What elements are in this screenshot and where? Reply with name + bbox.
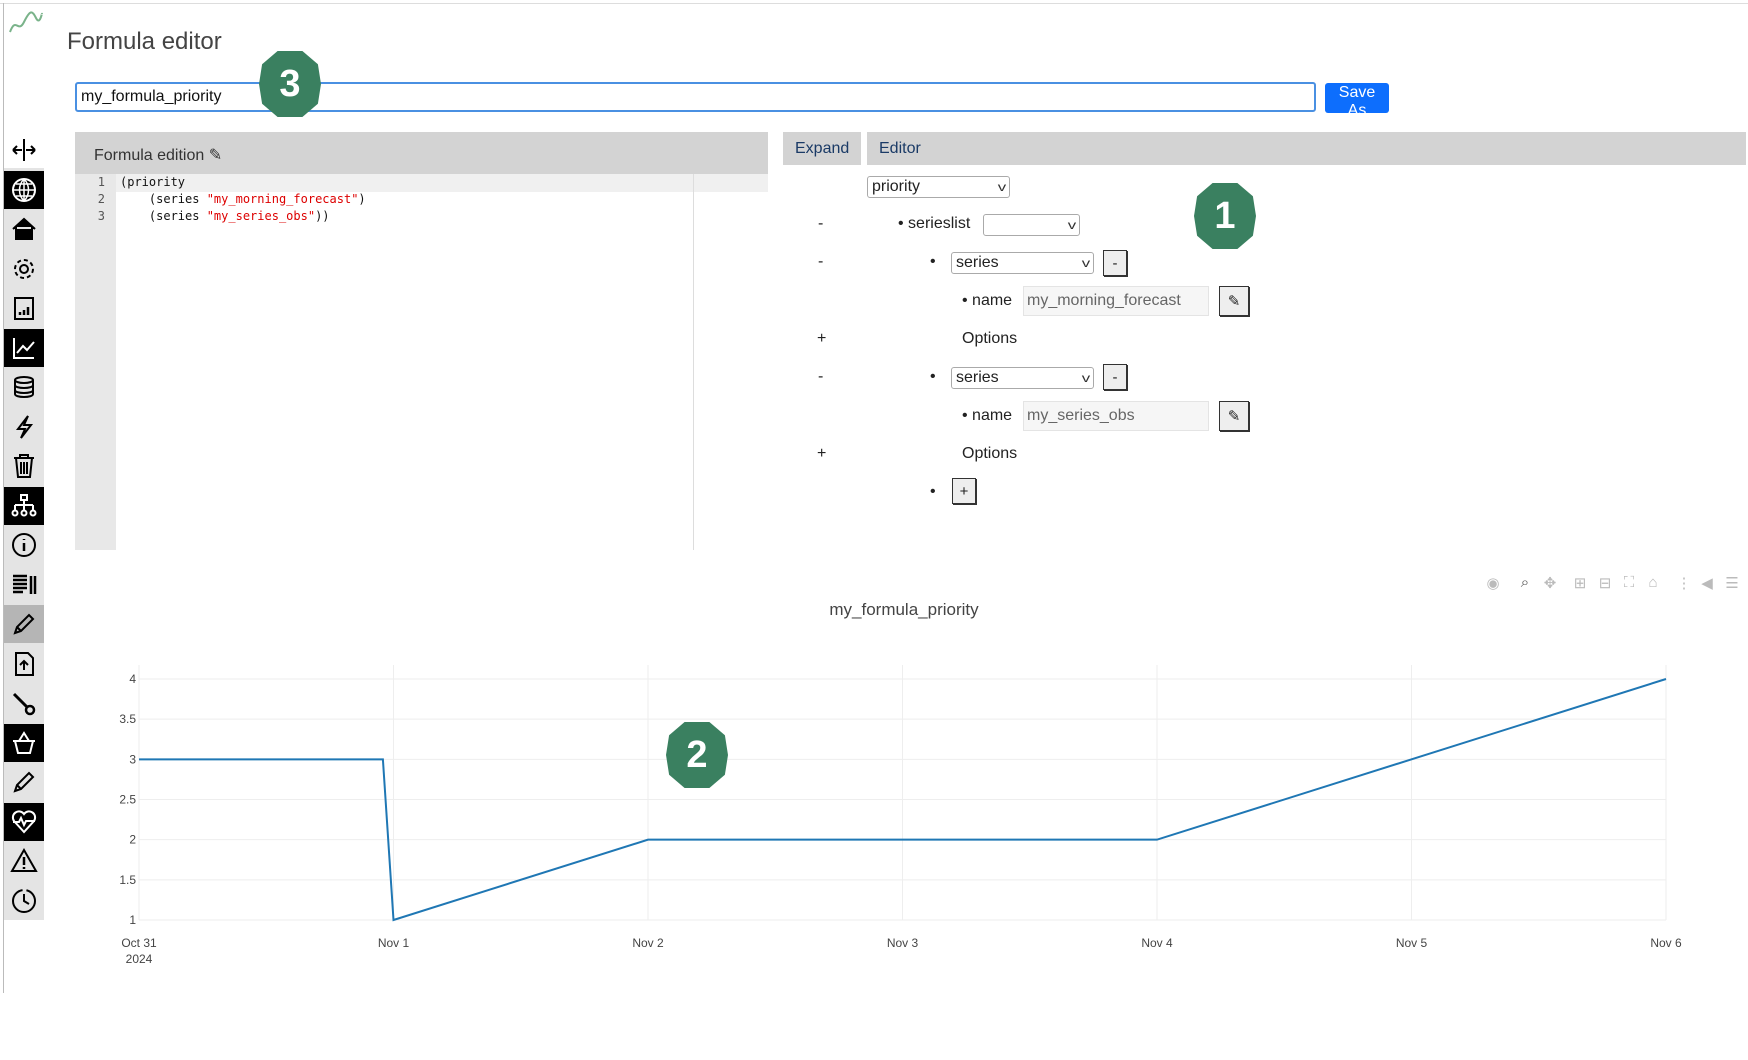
y-tick-label: 2.5: [119, 793, 136, 807]
x-tick-label: Nov 4: [1141, 936, 1173, 950]
y-tick-label: 1: [129, 913, 136, 927]
y-tick-label: 3.5: [119, 712, 136, 726]
x-tick-label: Nov 3: [887, 936, 919, 950]
annotation-badge: 3: [259, 51, 321, 117]
x-tick-label: Nov 1: [378, 936, 410, 950]
line-chart[interactable]: 1 1.5 2 2.5 3 3.5 4 Oct 31 2024 Nov 1 Nov 2 Nov 3 No…: [0, 0, 1748, 1060]
x-tick-label: Nov 6: [1650, 936, 1682, 950]
y-tick-label: 1.5: [119, 873, 136, 887]
annotation-badge: 1: [1194, 183, 1256, 249]
y-tick-label: 2: [129, 833, 136, 847]
x-tick-label: Nov 5: [1396, 936, 1428, 950]
y-tick-label: 3: [129, 752, 136, 766]
annotation-badge: 2: [666, 722, 728, 788]
x-tick-label: 2024: [126, 952, 153, 966]
x-tick-label: Nov 2: [632, 936, 664, 950]
x-tick-label: Oct 31: [121, 936, 157, 950]
y-tick-label: 4: [129, 672, 136, 686]
